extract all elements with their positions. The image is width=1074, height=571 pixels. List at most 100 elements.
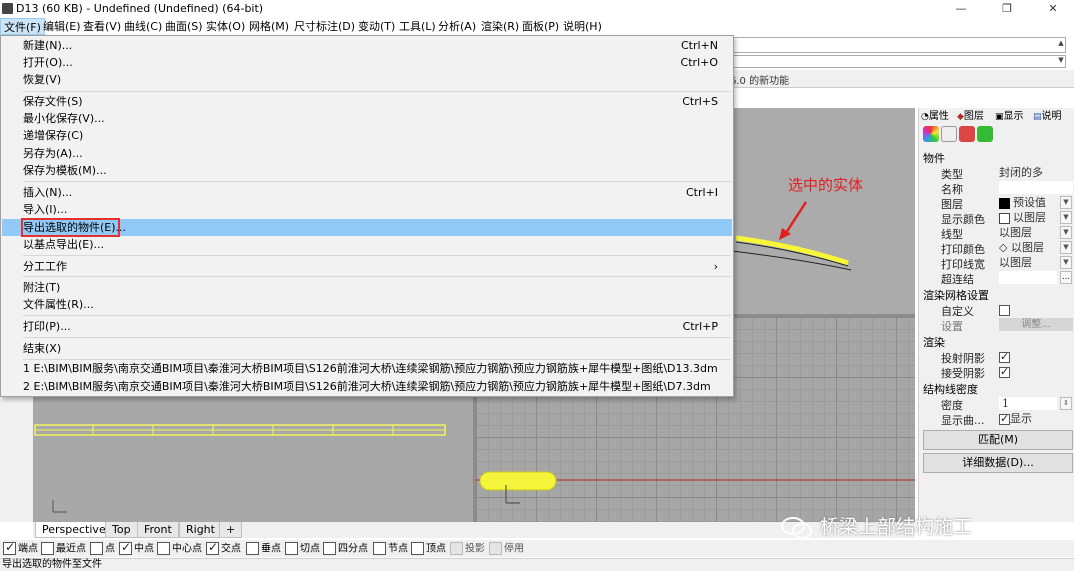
menu-transform[interactable]: 变动(T) [355,18,398,35]
menu-item-exit[interactable]: 结束(X) [2,340,732,357]
prop-print-color-label: 打印颜色 [941,243,985,256]
minimize-button[interactable]: — [938,0,984,18]
osnap-tangent[interactable]: 切点 [285,542,320,555]
chevron-down-icon[interactable]: ▼ [1060,211,1072,224]
menu-analyze[interactable]: 分析(A) [435,18,479,35]
prop-layer-select[interactable]: 预设值 [999,196,1046,209]
prop-print-width-select[interactable]: 以图层 [999,256,1032,269]
osnap-intersection[interactable]: 交点 [206,541,241,555]
menu-mesh[interactable]: 网格(M) [246,18,292,35]
title-bar: D13 (60 KB) - Undefined (Undefined) (64-… [0,0,1074,18]
material-icon[interactable] [941,126,957,142]
menu-item-save[interactable]: 保存文件(S) Ctrl+S [2,93,732,110]
menu-item-export-with-origin[interactable]: 以基点导出(E)... [2,236,732,253]
menu-item-print[interactable]: 打印(P)... Ctrl+P [2,318,732,335]
menu-view[interactable]: 查看(V) [80,18,124,35]
tab-right[interactable]: Right [179,522,222,538]
osnap-vertex[interactable]: 顶点 [411,542,446,555]
osnap-near[interactable]: 最近点 [41,542,86,555]
tab-front[interactable]: Front [137,522,179,538]
prop-density-field[interactable]: 1 [999,397,1057,410]
chevron-down-icon[interactable]: ▼ [1060,241,1072,254]
osnap-disable[interactable]: 停用 [489,542,524,555]
menu-solid[interactable]: 实体(O) [203,18,248,35]
menu-panels[interactable]: 面板(P) [519,18,562,35]
tab-help[interactable]: ▤说明 [1033,110,1062,124]
menu-curve[interactable]: 曲线(C) [121,18,165,35]
prop-receive-shadow-checkbox[interactable] [999,365,1010,378]
menu-item-new[interactable]: 新建(N)... Ctrl+N [2,37,732,54]
prop-print-color-select[interactable]: ◇ 以图层 [999,241,1044,254]
menu-item-worksession[interactable]: 分工工作 › [2,258,732,275]
adjust-mesh-button[interactable]: 调整... [999,318,1073,331]
command-input[interactable]: ▼ [730,55,1066,68]
annotation-selected-solid: 选中的实体 [788,176,864,194]
menu-help[interactable]: 说明(H) [560,18,605,35]
tab-perspective[interactable]: Perspective [35,522,113,538]
details-button[interactable]: 详细数据(D)... [923,453,1073,473]
tab-layers[interactable]: ◆图层 [957,110,984,124]
prop-display-color-select[interactable]: 以图层 [999,211,1046,224]
osnap-perpendicular[interactable]: 垂点 [246,542,281,555]
osnap-point[interactable]: 点 [90,542,115,555]
menu-item-notes[interactable]: 附注(T) [2,279,732,296]
menu-tools[interactable]: 工具(L) [396,18,439,35]
maximize-button[interactable]: ❐ [984,0,1030,18]
osnap-end[interactable]: 端点 [3,541,38,555]
osnap-mid[interactable]: 中点 [119,541,154,555]
tab-top[interactable]: Top [105,522,138,538]
tab-properties[interactable]: ◔属性 [921,110,949,124]
prop-mesh-settings-label: 设置 [941,320,963,333]
prop-cast-shadow-checkbox[interactable] [999,350,1010,363]
menu-item-file-properties[interactable]: 文件属性(R)... [2,296,732,313]
menu-item-recent-2[interactable]: 2 E:\BIM\BIM服务\南京交通BIM项目\秦淮河大桥BIM项目\S126… [2,378,732,395]
menu-item-recent-1[interactable]: 1 E:\BIM\BIM服务\南京交通BIM项目\秦淮河大桥BIM项目\S126… [2,360,732,377]
prop-show-iso-checkbox[interactable]: 显示 [999,412,1032,425]
scroll-up-icon[interactable]: ▲ [1057,39,1065,47]
texture-icon[interactable] [977,126,993,142]
section-object: 物件 [923,152,945,165]
prop-name-field[interactable] [999,181,1073,194]
prop-layer-label: 图层 [941,198,963,211]
menu-item-open[interactable]: 打开(O)... Ctrl+O [2,54,732,71]
menu-separator [23,181,731,182]
browse-button[interactable]: … [1060,271,1072,284]
menu-item-incremental-save[interactable]: 递增保存(C) [2,127,732,144]
prop-linetype-select[interactable]: 以图层 [999,226,1032,239]
display-icon: ▣ [995,112,1004,122]
chevron-down-icon[interactable]: ▼ [1060,256,1072,269]
menu-surface[interactable]: 曲面(S) [162,18,206,35]
osnap-project[interactable]: 投影 [450,542,485,555]
section-render-mesh: 渲染网格设置 [923,289,989,302]
menu-render[interactable]: 渲染(R) [478,18,522,35]
menu-file[interactable]: 文件(F) [0,18,45,35]
light-icon[interactable] [959,126,975,142]
close-button[interactable]: ✕ [1030,0,1074,18]
match-button[interactable]: 匹配(M) [923,430,1073,450]
prop-hyperlink-field[interactable] [999,271,1057,284]
prop-custom-mesh-checkbox[interactable] [999,303,1010,316]
menu-item-save-as-template[interactable]: 保存为模板(M)... [2,162,732,179]
menu-item-revert[interactable]: 恢复(V) [2,71,732,88]
menu-edit[interactable]: 编辑(E) [40,18,84,35]
add-viewport-tab[interactable]: + [219,522,243,538]
chevron-down-icon[interactable]: ▼ [1060,196,1072,209]
menu-dimension[interactable]: 尺寸标注(D) [291,18,358,35]
chevron-down-icon[interactable]: ▼ [1060,226,1072,239]
object-properties-icon[interactable] [923,126,939,142]
osnap-quadrant[interactable]: 四分点 [323,542,368,555]
scroll-down-icon[interactable]: ▼ [1057,56,1065,64]
tab-display[interactable]: ▣显示 [995,110,1024,124]
menu-item-insert[interactable]: 插入(N)... Ctrl+I [2,184,732,201]
watermark: 桥梁上部结构施工 [780,512,972,539]
command-history[interactable]: ▲ [730,37,1066,53]
stepper-icon[interactable]: ⇕ [1060,397,1072,410]
prop-cast-shadow-label: 投射阴影 [941,352,985,365]
osnap-center[interactable]: 中心点 [157,542,202,555]
tab-whats-new[interactable]: 6.0 的新功能 [730,72,789,87]
menu-item-save-as[interactable]: 另存为(A)... [2,145,732,162]
menu-item-import[interactable]: 导入(I)... [2,201,732,218]
menu-item-save-small[interactable]: 最小化保存(V)... [2,110,732,127]
osnap-knot[interactable]: 节点 [373,542,408,555]
annotation-arrow-icon [779,201,808,240]
